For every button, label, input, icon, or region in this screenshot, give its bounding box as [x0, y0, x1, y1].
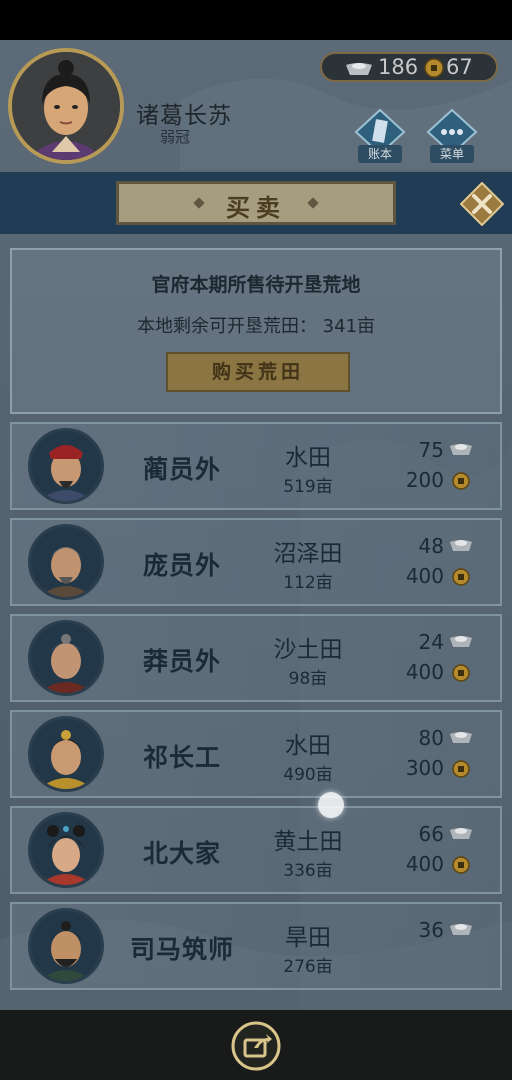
player-name: 诸葛长苏 — [136, 103, 232, 129]
seller-row[interactable]: 司马筑师 旱田 276亩 36 — [10, 902, 502, 990]
banner-title: 买卖 — [226, 194, 286, 222]
copper-coin-icon — [452, 568, 470, 586]
silver-amount: 186 — [378, 55, 419, 79]
land-type: 水田 — [285, 445, 331, 471]
seller-row[interactable]: 北大家 黄土田 336亩 66 400 — [10, 806, 502, 894]
buy-wasteland-label: 购买荒田 — [211, 361, 304, 383]
menu-dots-icon — [426, 108, 478, 156]
player-avatar[interactable] — [8, 48, 124, 164]
copper-coin-icon — [424, 58, 444, 78]
copper-amount: 67 — [446, 55, 473, 79]
trade-banner: 买卖 — [0, 172, 512, 234]
land-size: 112亩 — [283, 573, 333, 593]
player-title: 弱冠 — [160, 128, 191, 146]
seller-name: 蔺员外 — [142, 455, 221, 484]
land-type: 沙土田 — [273, 637, 343, 663]
silver-ingot-icon — [450, 924, 472, 935]
currency-panel: 186 67 — [320, 52, 498, 82]
seller-name: 莽员外 — [142, 647, 221, 676]
copper-coin-icon — [452, 472, 470, 490]
seller-avatar — [28, 812, 104, 888]
seller-row[interactable]: 庞员外 沼泽田 112亩 48 400 — [10, 518, 502, 606]
silver-price: 66 — [418, 822, 444, 846]
land-type: 水田 — [285, 733, 331, 759]
silver-ingot-icon — [450, 540, 472, 551]
silver-price: 24 — [418, 630, 444, 654]
copper-price: 400 — [405, 852, 444, 876]
menu-button[interactable]: 菜单 — [424, 108, 480, 164]
elder-portrait-icon — [39, 634, 93, 693]
silver-price: 36 — [418, 918, 444, 942]
architect-portrait-icon — [39, 921, 93, 981]
share-button[interactable] — [230, 1020, 282, 1072]
menu-label: 菜单 — [430, 145, 474, 163]
land-size: 336亩 — [283, 861, 333, 881]
game-screen: 诸葛长苏 弱冠 186 67 账本 菜单 买卖 官府本期所售待开垦荒地 本地剩余… — [0, 40, 512, 1010]
land-type: 黄土田 — [273, 829, 343, 855]
seller-name: 庞员外 — [142, 551, 221, 580]
player-portrait-icon — [12, 52, 120, 160]
seller-name: 祁长工 — [142, 743, 221, 772]
copper-price: 200 — [405, 468, 444, 492]
banner-title-frame: 买卖 — [116, 181, 396, 225]
copper-price: 400 — [405, 564, 444, 588]
seller-name: 北大家 — [142, 839, 221, 868]
share-icon — [231, 1021, 281, 1071]
old-man-portrait-icon — [39, 547, 93, 597]
info-title: 官府本期所售待开垦荒地 — [151, 274, 361, 296]
close-icon — [459, 181, 505, 227]
seller-avatar — [28, 716, 104, 792]
seller-avatar — [28, 620, 104, 696]
silver-ingot-icon — [346, 63, 372, 75]
land-type: 旱田 — [285, 925, 331, 951]
buy-wasteland-button[interactable]: 购买荒田 — [166, 352, 350, 392]
status-bar — [0, 0, 512, 40]
seller-row[interactable]: 莽员外 沙土田 98亩 24 400 — [10, 614, 502, 702]
wasteland-info-panel: 官府本期所售待开垦荒地 本地剩余可开垦荒田： 341亩 购买荒田 — [10, 248, 502, 414]
lady-portrait-icon — [39, 825, 93, 885]
seller-row[interactable]: 祁长工 水田 490亩 80 300 — [10, 710, 502, 798]
silver-ingot-icon — [450, 828, 472, 839]
worker-portrait-icon — [39, 730, 93, 789]
seller-avatar — [28, 524, 104, 600]
land-type: 沼泽田 — [273, 541, 343, 567]
ledger-button[interactable]: 账本 — [352, 108, 408, 164]
silver-ingot-icon — [450, 732, 472, 743]
seller-name: 司马筑师 — [129, 935, 234, 964]
official-red-hat-portrait-icon — [39, 445, 93, 501]
silver-ingot-icon — [450, 444, 472, 455]
copper-coin-icon — [452, 664, 470, 682]
remaining-land-text: 本地剩余可开垦荒田： 341亩 — [136, 316, 376, 337]
silver-price: 80 — [418, 726, 444, 750]
copper-price: 300 — [405, 756, 444, 780]
close-button[interactable] — [459, 181, 505, 227]
land-size: 519亩 — [283, 477, 333, 497]
land-size: 276亩 — [283, 957, 333, 977]
seller-avatar — [28, 908, 104, 984]
silver-ingot-icon — [450, 636, 472, 647]
land-size: 98亩 — [288, 669, 328, 689]
copper-coin-icon — [452, 856, 470, 874]
ledger-icon — [354, 108, 406, 156]
silver-price: 48 — [418, 534, 444, 558]
seller-row[interactable]: 蔺员外 水田 519亩 75 200 — [10, 422, 502, 510]
ledger-label: 账本 — [358, 145, 402, 163]
bottom-bar — [0, 1010, 512, 1080]
copper-coin-icon — [452, 760, 470, 778]
copper-price: 400 — [405, 660, 444, 684]
seller-avatar — [28, 428, 104, 504]
silver-price: 75 — [418, 438, 444, 462]
touch-indicator — [318, 792, 344, 818]
land-size: 490亩 — [283, 765, 333, 785]
